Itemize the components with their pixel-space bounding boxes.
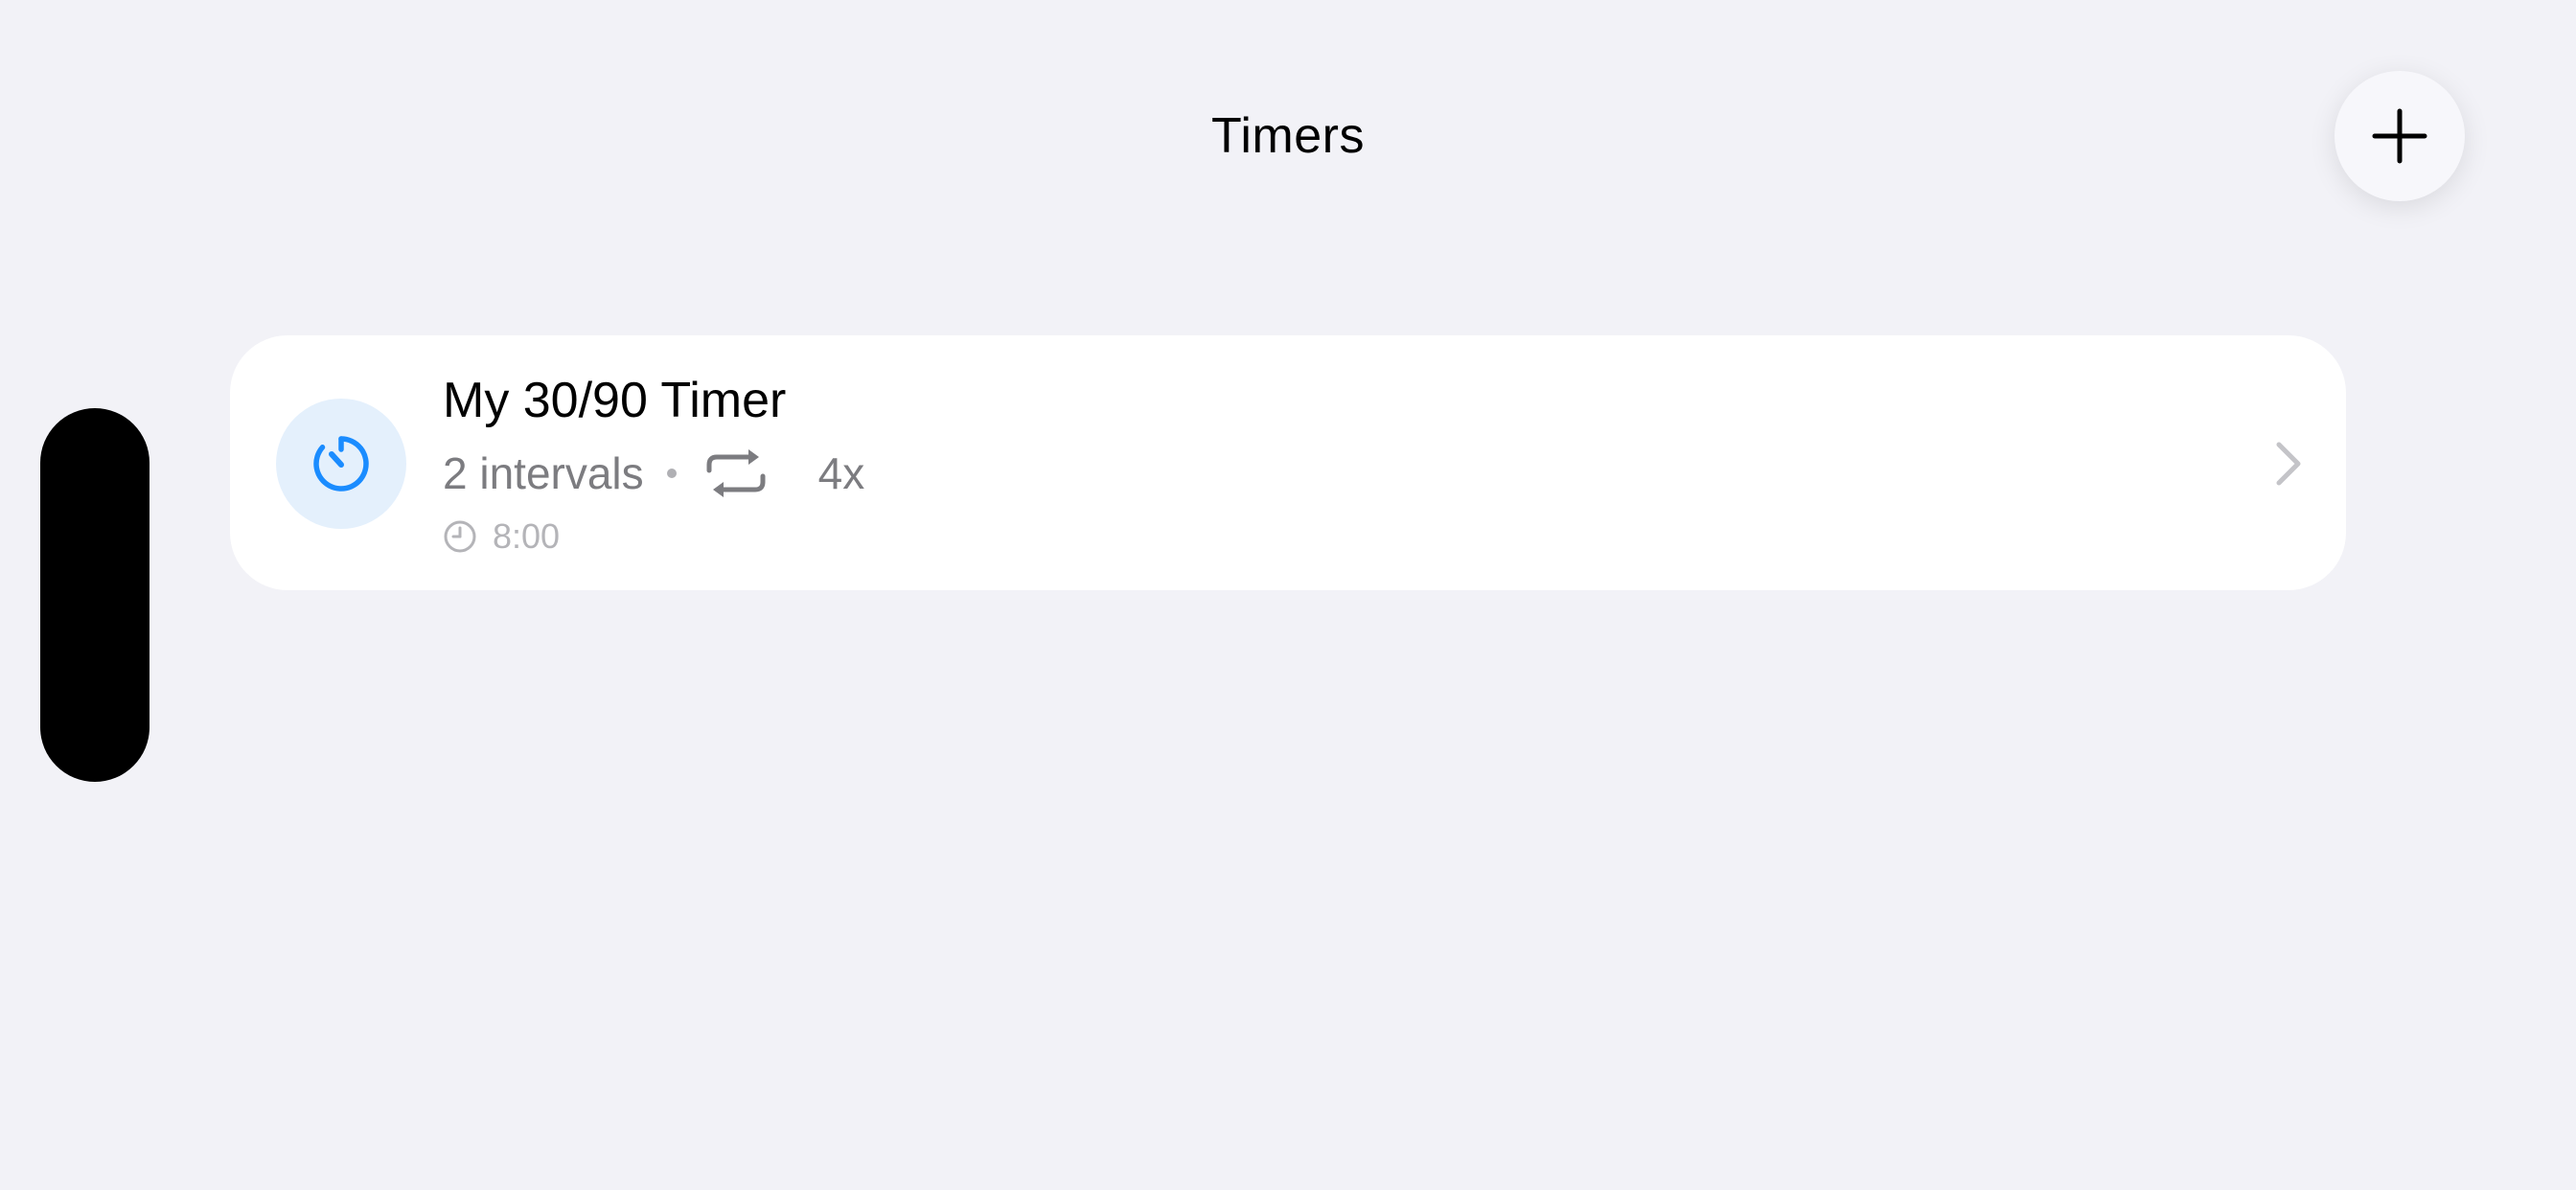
- plus-icon: [2371, 107, 2428, 165]
- duration-value: 8:00: [493, 516, 561, 556]
- page-title: Timers: [1211, 108, 1365, 164]
- add-timer-button[interactable]: [2334, 71, 2465, 201]
- interval-count: 2 intervals: [443, 448, 644, 498]
- timer-icon: [310, 433, 372, 494]
- side-handle[interactable]: [40, 408, 150, 782]
- timer-list-item[interactable]: My 30/90 Timer 2 intervals 4x 8:00: [230, 335, 2346, 590]
- separator-dot: [666, 469, 677, 478]
- timer-meta: 2 intervals 4x: [443, 443, 864, 504]
- repeat-icon: [705, 447, 767, 499]
- repeat-count: 4x: [817, 448, 865, 498]
- timer-icon-badge: [276, 399, 406, 529]
- clock-icon: [443, 519, 477, 554]
- timer-duration: 8:00: [443, 515, 560, 558]
- timer-name: My 30/90 Timer: [443, 373, 787, 428]
- chevron-right-icon: [2269, 439, 2308, 489]
